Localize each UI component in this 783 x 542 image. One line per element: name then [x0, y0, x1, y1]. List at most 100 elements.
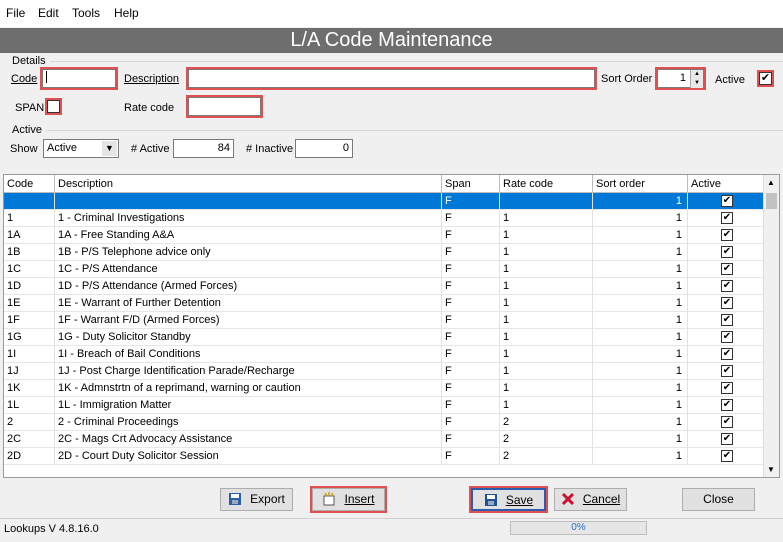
cell-sort[interactable]: 1: [593, 431, 688, 448]
cell-code[interactable]: 1I: [4, 346, 55, 363]
description-input[interactable]: [186, 67, 597, 90]
cell-description[interactable]: 1A - Free Standing A&A: [55, 227, 442, 244]
cell-span[interactable]: F: [442, 363, 500, 380]
menu-tools[interactable]: Tools: [72, 6, 100, 20]
cell-span[interactable]: F: [442, 210, 500, 227]
cell-span[interactable]: F: [442, 295, 500, 312]
span-checkbox[interactable]: [45, 98, 62, 115]
cell-span[interactable]: F: [442, 227, 500, 244]
cell-sort[interactable]: 1: [593, 329, 688, 346]
cell-rate[interactable]: [500, 193, 593, 210]
table-row[interactable]: 1D 1D - P/S Attendance (Armed Forces) F 1 1 ✔: [4, 278, 764, 295]
insert-button[interactable]: Insert: [310, 486, 387, 513]
cell-span[interactable]: F: [442, 431, 500, 448]
cell-span[interactable]: F: [442, 329, 500, 346]
scroll-up-icon[interactable]: ▲: [767, 178, 775, 187]
scroll-down-icon[interactable]: ▼: [767, 465, 775, 474]
cell-code[interactable]: 1E: [4, 295, 55, 312]
table-row[interactable]: 2D 2D - Court Duty Solicitor Session F 2 1 ✔: [4, 448, 764, 465]
spin-up-icon[interactable]: ▲: [690, 70, 703, 79]
cell-code[interactable]: 1: [4, 210, 55, 227]
cell-code[interactable]: 2: [4, 414, 55, 431]
cell-span[interactable]: F: [442, 448, 500, 465]
cell-span[interactable]: F: [442, 261, 500, 278]
cell-rate[interactable]: 2: [500, 448, 593, 465]
codes-table[interactable]: Code Description Span Rate code Sort ord…: [3, 174, 780, 478]
cell-description[interactable]: 1C - P/S Attendance: [55, 261, 442, 278]
active-checkbox-cell[interactable]: ✔: [721, 229, 733, 241]
table-row[interactable]: 1F 1F - Warrant F/D (Armed Forces) F 1 1 ✔: [4, 312, 764, 329]
cell-sort[interactable]: 1: [593, 448, 688, 465]
menu-help[interactable]: Help: [114, 6, 139, 20]
column-header-active[interactable]: Active: [688, 175, 764, 193]
cell-description[interactable]: 1E - Warrant of Further Detention: [55, 295, 442, 312]
code-input[interactable]: [40, 67, 118, 90]
cell-sort[interactable]: 1: [593, 193, 688, 210]
cell-code[interactable]: 1C: [4, 261, 55, 278]
active-checkbox-cell[interactable]: ✔: [721, 399, 733, 411]
cell-rate[interactable]: 1: [500, 346, 593, 363]
cancel-button[interactable]: Cancel: [554, 488, 627, 511]
cell-description[interactable]: [55, 193, 442, 210]
cell-span[interactable]: F: [442, 244, 500, 261]
cell-code[interactable]: 1L: [4, 397, 55, 414]
sort-order-spinner[interactable]: 1 ▲ ▼: [655, 67, 706, 90]
table-row[interactable]: 1C 1C - P/S Attendance F 1 1 ✔: [4, 261, 764, 278]
cell-code[interactable]: 1K: [4, 380, 55, 397]
column-header-rate-code[interactable]: Rate code: [500, 175, 593, 193]
active-checkbox-cell[interactable]: ✔: [721, 433, 733, 445]
active-checkbox[interactable]: ✔: [757, 70, 774, 87]
cell-rate[interactable]: 2: [500, 414, 593, 431]
active-checkbox-cell[interactable]: ✔: [721, 365, 733, 377]
cell-sort[interactable]: 1: [593, 380, 688, 397]
cell-code[interactable]: [4, 193, 55, 210]
table-row[interactable]: 1K 1K - Admnstrtn of a reprimand, warning…: [4, 380, 764, 397]
cell-sort[interactable]: 1: [593, 244, 688, 261]
cell-sort[interactable]: 1: [593, 397, 688, 414]
table-row[interactable]: 1I 1I - Breach of Bail Conditions F 1 1 ✔: [4, 346, 764, 363]
cell-description[interactable]: 2 - Criminal Proceedings: [55, 414, 442, 431]
active-checkbox-cell[interactable]: ✔: [721, 348, 733, 360]
active-checkbox-cell[interactable]: ✔: [721, 246, 733, 258]
cell-code[interactable]: 2C: [4, 431, 55, 448]
cell-code[interactable]: 1G: [4, 329, 55, 346]
column-header-description[interactable]: Description: [55, 175, 442, 193]
table-row[interactable]: 2C 2C - Mags Crt Advocacy Assistance F 2 1 ✔: [4, 431, 764, 448]
active-checkbox-cell[interactable]: ✔: [721, 382, 733, 394]
cell-sort[interactable]: 1: [593, 346, 688, 363]
cell-sort[interactable]: 1: [593, 312, 688, 329]
cell-description[interactable]: 1K - Admnstrtn of a reprimand, warning o…: [55, 380, 442, 397]
cell-description[interactable]: 1L - Immigration Matter: [55, 397, 442, 414]
cell-description[interactable]: 1F - Warrant F/D (Armed Forces): [55, 312, 442, 329]
cell-rate[interactable]: 1: [500, 295, 593, 312]
table-row[interactable]: 11 - Criminal Investigations F 1 1 ✔: [4, 210, 764, 227]
cell-code[interactable]: 1F: [4, 312, 55, 329]
active-checkbox-cell[interactable]: ✔: [721, 297, 733, 309]
cell-span[interactable]: F: [442, 193, 500, 210]
cell-sort[interactable]: 1: [593, 261, 688, 278]
column-header-sort-order[interactable]: Sort order: [593, 175, 688, 193]
scroll-thumb[interactable]: [766, 193, 777, 209]
close-button[interactable]: Close: [682, 488, 755, 511]
cell-sort[interactable]: 1: [593, 278, 688, 295]
cell-description[interactable]: 1 - Criminal Investigations: [55, 210, 442, 227]
cell-description[interactable]: 1J - Post Charge Identification Parade/R…: [55, 363, 442, 380]
cell-rate[interactable]: 1: [500, 397, 593, 414]
active-checkbox-cell[interactable]: ✔: [721, 314, 733, 326]
cell-code[interactable]: 1D: [4, 278, 55, 295]
menu-file[interactable]: File: [6, 6, 25, 20]
column-header-code[interactable]: Code: [4, 175, 55, 193]
cell-rate[interactable]: 1: [500, 363, 593, 380]
cell-sort[interactable]: 1: [593, 227, 688, 244]
cell-sort[interactable]: 1: [593, 295, 688, 312]
cell-description[interactable]: 2C - Mags Crt Advocacy Assistance: [55, 431, 442, 448]
cell-rate[interactable]: 1: [500, 380, 593, 397]
active-checkbox-cell[interactable]: ✔: [721, 416, 733, 428]
cell-rate[interactable]: 1: [500, 312, 593, 329]
menu-edit[interactable]: Edit: [38, 6, 59, 20]
cell-description[interactable]: 1G - Duty Solicitor Standby: [55, 329, 442, 346]
table-row[interactable]: 1J 1J - Post Charge Identification Parade…: [4, 363, 764, 380]
cell-rate[interactable]: 1: [500, 227, 593, 244]
active-checkbox-cell[interactable]: ✔: [721, 450, 733, 462]
table-row[interactable]: 1A 1A - Free Standing A&A F 1 1 ✔: [4, 227, 764, 244]
